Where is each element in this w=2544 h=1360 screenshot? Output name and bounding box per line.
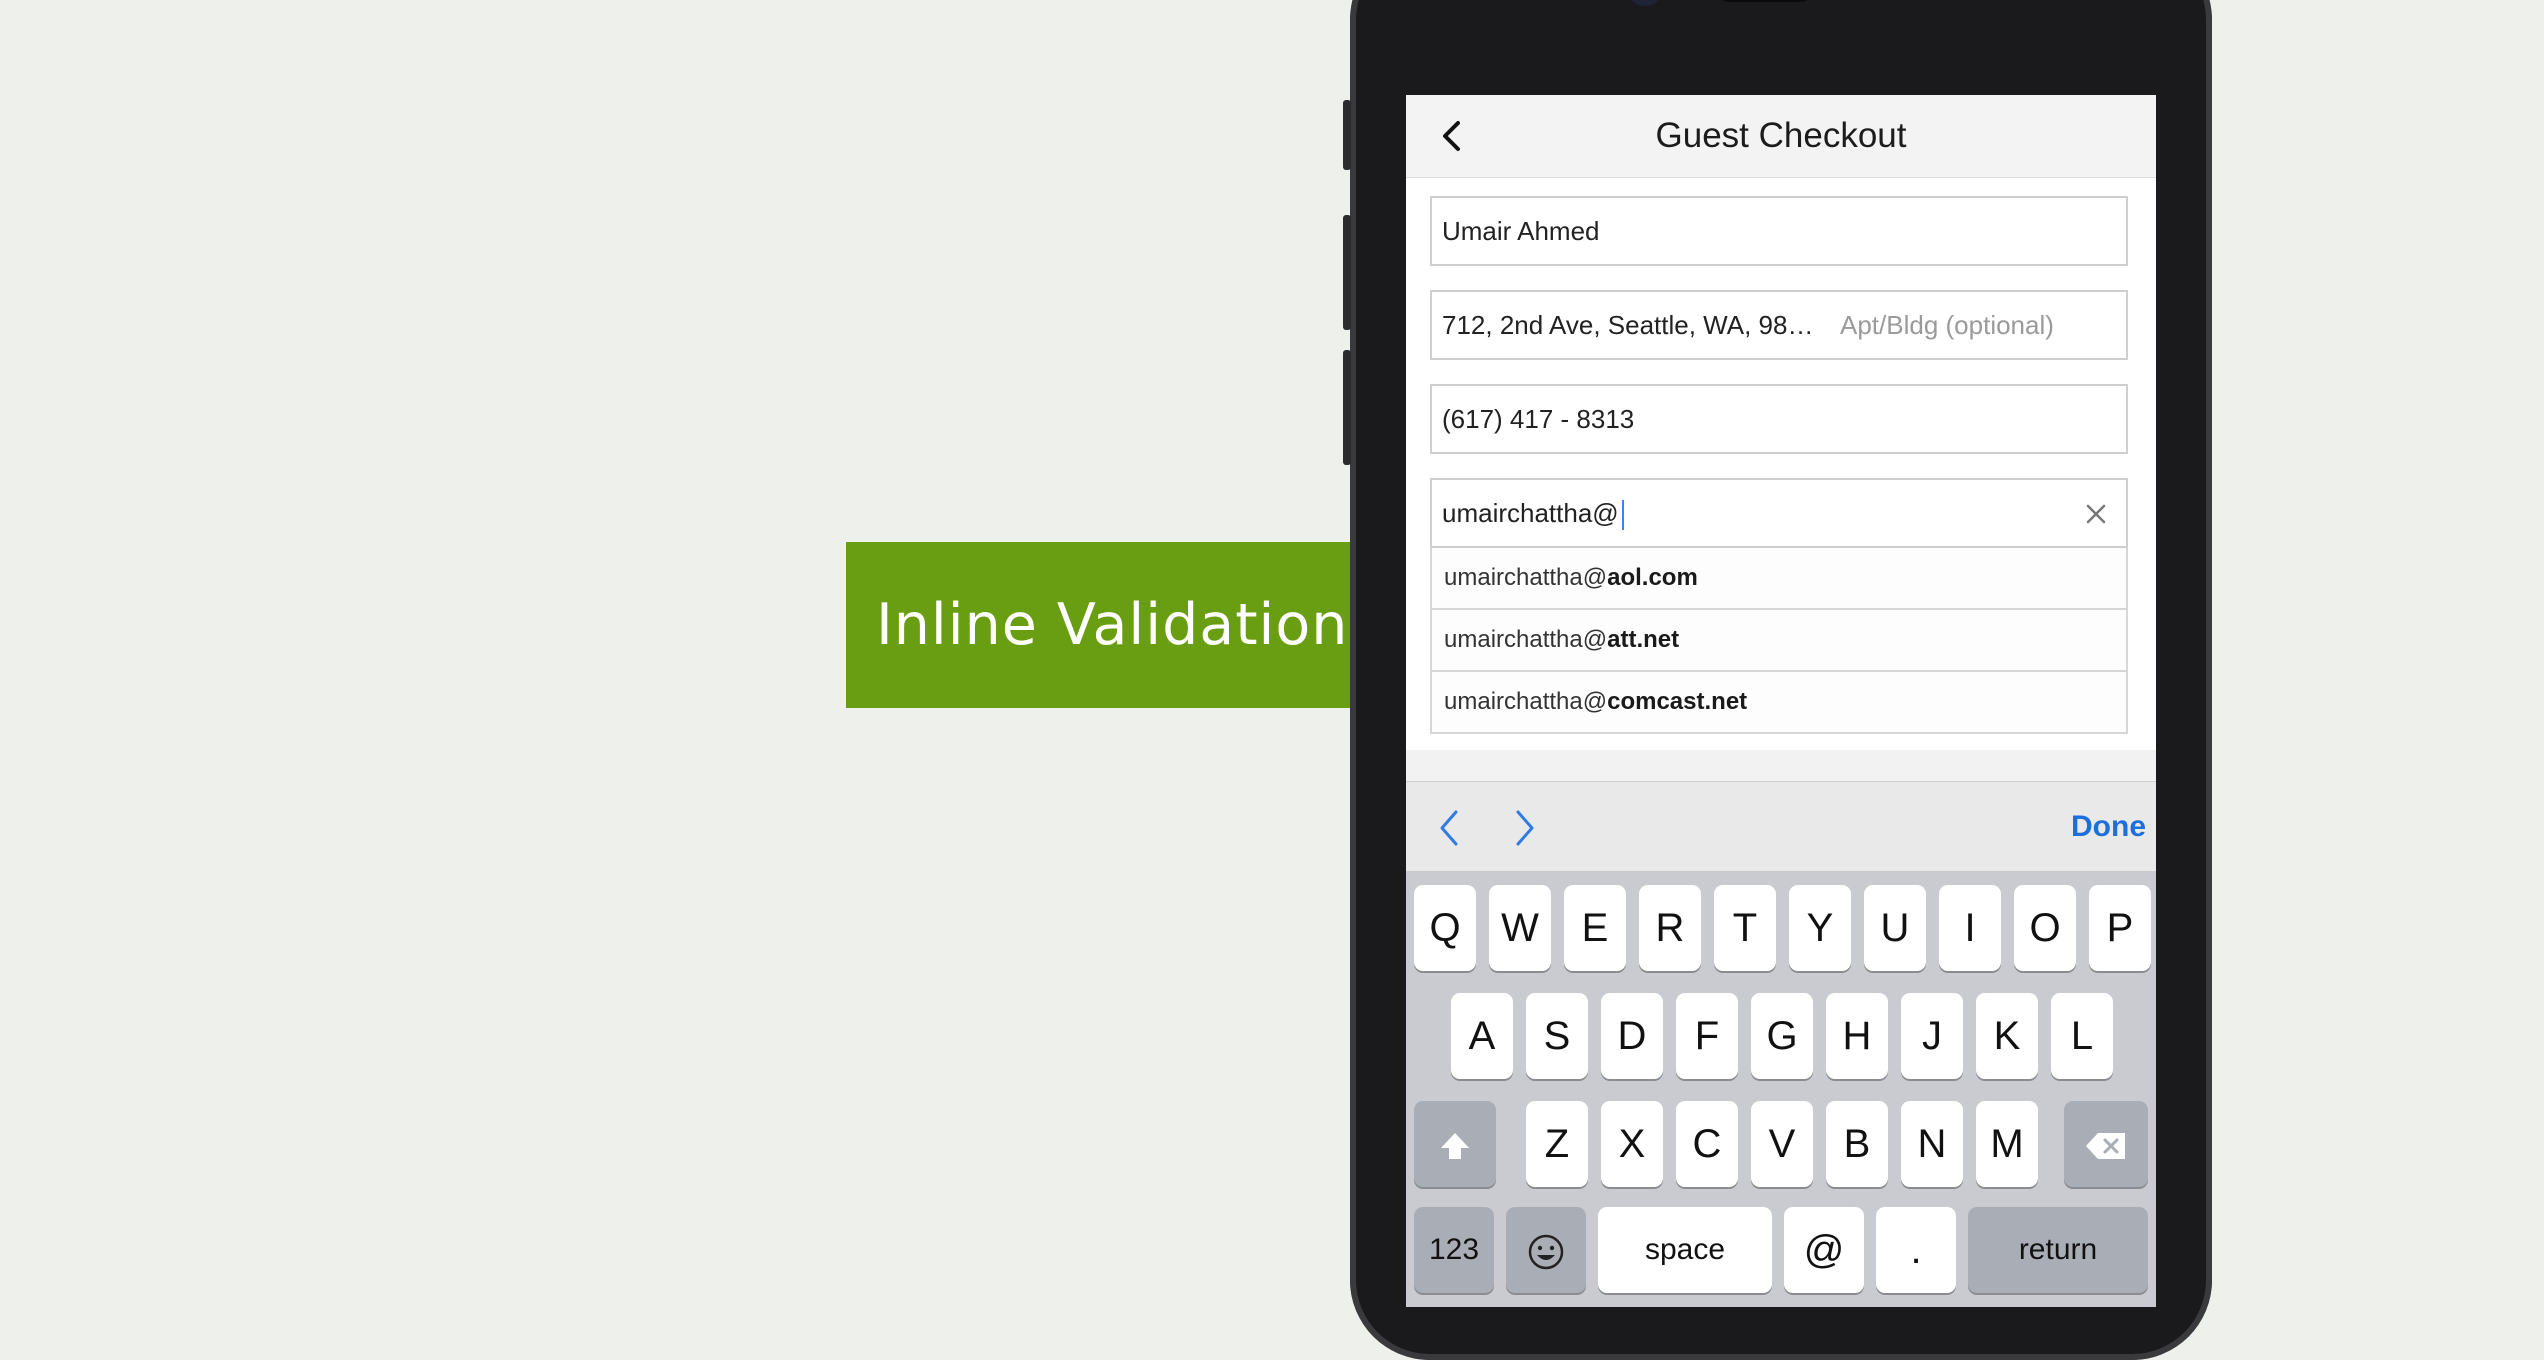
suggestion-prefix: umairchattha@ <box>1444 688 1608 715</box>
key-d[interactable]: D <box>1601 993 1663 1079</box>
phone-field[interactable]: (617) 417 - 8313 <box>1430 384 2128 454</box>
email-suggestion[interactable]: umairchattha@comcast.net <box>1430 672 2128 734</box>
navigation-bar: Guest Checkout <box>1406 95 2156 178</box>
suggestion-domain: comcast.net <box>1607 688 1748 715</box>
address-value: 712, 2nd Ave, Seattle, WA, 98… <box>1442 310 1814 340</box>
text-caret <box>1621 500 1624 531</box>
suggestion-prefix: umairchattha@ <box>1444 626 1608 653</box>
key-t[interactable]: T <box>1714 885 1776 971</box>
inline-validation-callout: Inline Validation <box>846 542 1360 708</box>
key-o[interactable]: O <box>2014 885 2076 971</box>
key-h[interactable]: H <box>1826 993 1888 1079</box>
key-l[interactable]: L <box>2051 993 2113 1079</box>
shift-key[interactable] <box>1414 1101 1496 1187</box>
key-m[interactable]: M <box>1976 1101 2038 1187</box>
address-field[interactable]: 712, 2nd Ave, Seattle, WA, 98… Apt/Bldg … <box>1430 290 2128 360</box>
done-button[interactable]: Done <box>2071 782 2146 872</box>
suggestion-domain: aol.com <box>1607 564 1698 591</box>
email-field[interactable]: umairchattha@ <box>1430 478 2128 548</box>
key-v[interactable]: V <box>1751 1101 1813 1187</box>
emoji-key[interactable] <box>1506 1207 1586 1293</box>
name-field[interactable]: Umair Ahmed <box>1430 196 2128 266</box>
numbers-key[interactable]: 123 <box>1414 1207 1494 1293</box>
space-key[interactable]: space <box>1598 1207 1772 1293</box>
shift-icon <box>1441 1133 1469 1160</box>
chevron-left-icon[interactable] <box>1434 806 1464 850</box>
earpiece-speaker <box>1718 0 1812 2</box>
key-k[interactable]: K <box>1976 993 2038 1079</box>
keyboard-accessory-bar: Done <box>1406 781 2156 872</box>
email-suggestion[interactable]: umairchattha@att.net <box>1430 610 2128 672</box>
emoji-icon <box>1528 1235 1564 1270</box>
delete-key[interactable] <box>2064 1101 2148 1187</box>
key-y[interactable]: Y <box>1789 885 1851 971</box>
mute-switch <box>1343 100 1351 170</box>
suggestion-prefix: umairchattha@ <box>1444 564 1608 591</box>
return-key[interactable]: return <box>1968 1207 2148 1293</box>
key-c[interactable]: C <box>1676 1101 1738 1187</box>
key-q[interactable]: Q <box>1414 885 1476 971</box>
key-s[interactable]: S <box>1526 993 1588 1079</box>
email-suggestion[interactable]: umairchattha@aol.com <box>1430 548 2128 610</box>
volume-down-button <box>1343 350 1351 465</box>
form-footer-gap <box>1406 750 2156 780</box>
key-w[interactable]: W <box>1489 885 1551 971</box>
clear-icon[interactable] <box>2084 502 2108 526</box>
page-title: Guest Checkout <box>1655 116 1907 155</box>
apt-placeholder[interactable]: Apt/Bldg (optional) <box>1840 292 2054 358</box>
key-e[interactable]: E <box>1564 885 1626 971</box>
key-g[interactable]: G <box>1751 993 1813 1079</box>
key-x[interactable]: X <box>1601 1101 1663 1187</box>
key-r[interactable]: R <box>1639 885 1701 971</box>
backspace-icon <box>2086 1133 2125 1160</box>
key-n[interactable]: N <box>1901 1101 1963 1187</box>
phone-screen: Guest Checkout Umair Ahmed 712, 2nd Ave,… <box>1406 95 2156 1307</box>
checkout-form: Umair Ahmed 712, 2nd Ave, Seattle, WA, 9… <box>1406 178 2156 750</box>
key-i[interactable]: I <box>1939 885 2001 971</box>
key-z[interactable]: Z <box>1526 1101 1588 1187</box>
phone-value: (617) 417 - 8313 <box>1442 404 1635 434</box>
callout-label: Inline Validation <box>876 592 1349 658</box>
email-value: umairchattha@ <box>1442 498 1619 528</box>
key-f[interactable]: F <box>1676 993 1738 1079</box>
name-value: Umair Ahmed <box>1442 216 1600 246</box>
key-p[interactable]: P <box>2089 885 2151 971</box>
suggestion-domain: att.net <box>1607 626 1680 653</box>
key-u[interactable]: U <box>1864 885 1926 971</box>
key-j[interactable]: J <box>1901 993 1963 1079</box>
chevron-right-icon[interactable] <box>1510 806 1540 850</box>
at-key[interactable]: @ <box>1784 1207 1864 1293</box>
key-a[interactable]: A <box>1451 993 1513 1079</box>
key-b[interactable]: B <box>1826 1101 1888 1187</box>
period-key[interactable]: . <box>1876 1207 1956 1293</box>
keyboard: Q W E R T Y U I O P A S D F G H J K L Z … <box>1406 871 2156 1307</box>
volume-up-button <box>1343 215 1351 330</box>
